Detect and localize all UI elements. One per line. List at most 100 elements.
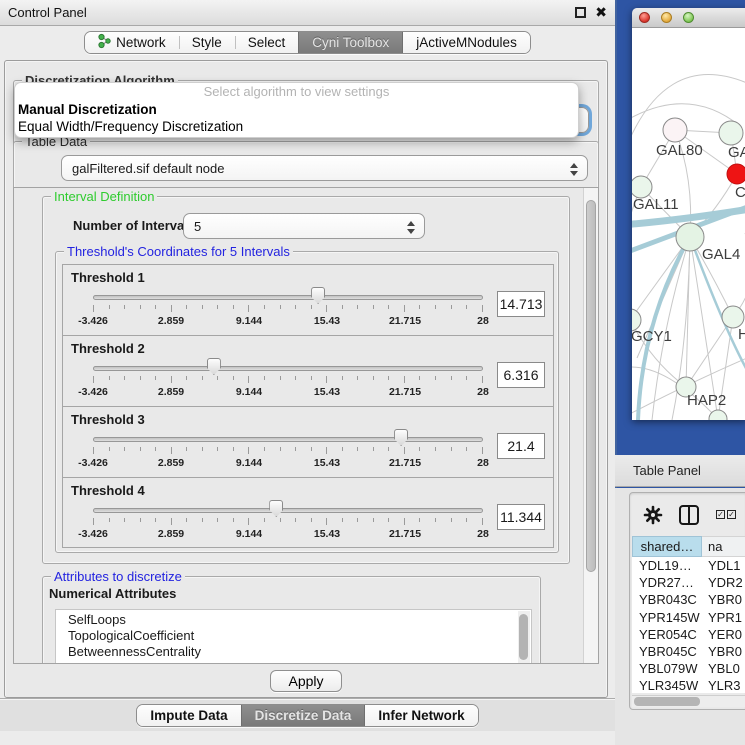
top-tab-group: Network Style Select Cyni Toolbox jActiv… <box>84 31 531 54</box>
panel-scrollbar-thumb[interactable] <box>586 200 596 572</box>
threshold-4-value-field[interactable]: 11.344 <box>497 504 545 530</box>
popup-item-manual-discretization[interactable]: Manual Discretization <box>15 101 578 118</box>
number-of-intervals-combo[interactable]: 5 <box>183 213 425 239</box>
table-header-row: shared… na <box>632 536 745 557</box>
threshold-3-slider-thumb[interactable] <box>394 429 408 446</box>
panel-title: Control Panel <box>8 5 575 20</box>
apply-row: Apply <box>6 665 606 697</box>
network-view-window[interactable]: GAL80 GA GAL11 C GAL4 GCY1 H HAP2 <box>632 8 745 420</box>
threshold-cells: Threshold 1 -3.426 2.859 <box>62 264 554 548</box>
slider-tick-labels: -3.426 2.859 9.144 15.43 21.715 28 <box>93 528 483 541</box>
threshold-3-label: Threshold 3 <box>71 412 545 427</box>
slider-ticks <box>93 305 483 313</box>
control-panel: Control Panel ✖ Network <box>0 0 615 745</box>
close-icon[interactable]: ✖ <box>595 7 607 18</box>
node-gal4[interactable] <box>676 223 704 251</box>
table-row: YBR043CYBR0 <box>632 591 745 608</box>
table-row: YER054CYER0 <box>632 626 745 643</box>
top-tabbar: Network Style Select Cyni Toolbox jActiv… <box>0 27 615 58</box>
threshold-3-value-field[interactable]: 21.4 <box>497 433 545 459</box>
node-label-gcy1: GCY1 <box>632 328 672 345</box>
tab-impute-data[interactable]: Impute Data <box>137 705 240 726</box>
slider-ticks <box>93 447 483 455</box>
column-header-name[interactable]: na <box>702 536 745 557</box>
threshold-4-slider[interactable]: -3.426 2.859 9.144 15.43 21.715 28 <box>93 499 483 545</box>
popup-item-equal-width[interactable]: Equal Width/Frequency Discretization <box>15 118 578 135</box>
slider-tick-labels: -3.426 2.859 9.144 15.43 21.715 28 <box>93 386 483 399</box>
settings-scroll-area: Interval Definition Number of Intervals … <box>13 187 599 664</box>
node-gal80[interactable] <box>663 118 687 142</box>
network-canvas[interactable]: GAL80 GA GAL11 C GAL4 GCY1 H HAP2 <box>632 28 745 420</box>
node-selected-red[interactable] <box>727 164 745 184</box>
slider-ticks <box>93 518 483 526</box>
tab-network-label: Network <box>116 35 166 50</box>
tab-cyni-toolbox[interactable]: Cyni Toolbox <box>298 32 403 53</box>
columns-icon[interactable] <box>678 504 700 526</box>
list-scrollbar-thumb[interactable] <box>519 614 528 660</box>
threshold-2-value-field[interactable]: 6.316 <box>497 362 545 388</box>
tab-discretize-data[interactable]: Discretize Data <box>241 705 366 726</box>
attributes-group-title: Attributes to discretize <box>51 569 185 584</box>
gear-icon[interactable] <box>643 505 663 525</box>
node-clipped-bottom[interactable] <box>709 410 727 420</box>
table-row: YDL19…YDL1 <box>632 557 745 574</box>
table-panel-title: Table Panel <box>633 463 701 478</box>
table-panel-inset: ✓ ✓ shared… na YDL19…YDL1 YDR27…YDR2 YBR… <box>629 492 745 710</box>
threshold-1-slider-thumb[interactable] <box>311 287 325 304</box>
slider-track <box>93 295 483 300</box>
numerical-attributes-list: SelfLoops TopologicalCoefficient Between… <box>55 609 532 664</box>
tab-select[interactable]: Select <box>235 32 299 53</box>
tab-network[interactable]: Network <box>85 32 179 53</box>
list-item-topologicalcoefficient[interactable]: TopologicalCoefficient <box>56 628 531 644</box>
float-window-icon[interactable] <box>575 7 586 18</box>
slider-track <box>93 508 483 513</box>
threshold-2-panel: Threshold 2 -3.426 2.859 <box>63 336 553 407</box>
threshold-2-slider-thumb[interactable] <box>207 358 221 375</box>
threshold-1-slider[interactable]: -3.426 2.859 9.144 15.43 21.715 28 <box>93 286 483 332</box>
slider-tick-labels: -3.426 2.859 9.144 15.43 21.715 28 <box>93 315 483 328</box>
table-data-combo-value: galFiltered.sif default node <box>72 161 224 176</box>
list-item-betweennesscentrality[interactable]: BetweennessCentrality <box>56 644 531 660</box>
thresholds-group-title: Threshold's Coordinates for 5 Intervals <box>64 244 293 259</box>
table-scrollbar-thumb[interactable] <box>634 697 700 706</box>
slider-ticks <box>93 376 483 384</box>
table-data-combo[interactable]: galFiltered.sif default node <box>61 155 588 181</box>
node-clipped-right[interactable] <box>722 306 744 328</box>
threshold-1-value-field[interactable]: 14.713 <box>497 291 545 317</box>
column-header-shared[interactable]: shared… <box>632 536 702 557</box>
threshold-1-panel: Threshold 1 -3.426 2.859 <box>63 265 553 336</box>
threshold-2-label: Threshold 2 <box>71 341 545 356</box>
network-icon <box>98 33 111 52</box>
list-item-selfloops[interactable]: SelfLoops <box>56 610 531 628</box>
popup-placeholder: Select algorithm to view settings <box>15 83 578 101</box>
tab-jactivemnodules[interactable]: jActiveMNodules <box>403 32 530 53</box>
number-of-intervals-label: Number of Intervals <box>73 218 195 233</box>
thresholds-group: Threshold's Coordinates for 5 Intervals … <box>55 251 559 553</box>
threshold-2-slider[interactable]: -3.426 2.859 9.144 15.43 21.715 28 <box>93 357 483 403</box>
threshold-3-panel: Threshold 3 -3.426 2.859 <box>63 407 553 478</box>
node-clipped-top[interactable] <box>719 121 743 145</box>
apply-button[interactable]: Apply <box>270 670 341 692</box>
slider-tick-labels: -3.426 2.859 9.144 15.43 21.715 28 <box>93 457 483 470</box>
checkbox-icon[interactable]: ✓ <box>727 510 736 519</box>
table-row: YDR27…YDR2 <box>632 574 745 591</box>
bottom-tab-group: Impute Data Discretize Data Infer Networ… <box>136 704 478 727</box>
tab-style[interactable]: Style <box>179 32 235 53</box>
zoom-traffic-light-icon[interactable] <box>683 12 694 23</box>
node-label-gal4: GAL4 <box>702 246 740 263</box>
threshold-3-slider[interactable]: -3.426 2.859 9.144 15.43 21.715 28 <box>93 428 483 474</box>
threshold-4-label: Threshold 4 <box>71 483 545 498</box>
node-label-gal11: GAL11 <box>633 196 679 213</box>
table-panel-header: Table Panel <box>615 455 745 487</box>
table-row: YBL079WYBL0 <box>632 660 745 677</box>
threshold-4-slider-thumb[interactable] <box>269 500 283 517</box>
checkbox-icon[interactable]: ✓ <box>716 510 725 519</box>
node-label-clipped-h: H <box>738 326 745 343</box>
close-traffic-light-icon[interactable] <box>639 12 650 23</box>
minimize-traffic-light-icon[interactable] <box>661 12 672 23</box>
node-gal11[interactable] <box>632 176 652 198</box>
number-of-intervals-value: 5 <box>194 219 201 234</box>
bottom-tabbar: Impute Data Discretize Data Infer Networ… <box>0 698 615 731</box>
tab-infer-network[interactable]: Infer Network <box>365 705 477 726</box>
network-window-titlebar <box>632 8 745 28</box>
